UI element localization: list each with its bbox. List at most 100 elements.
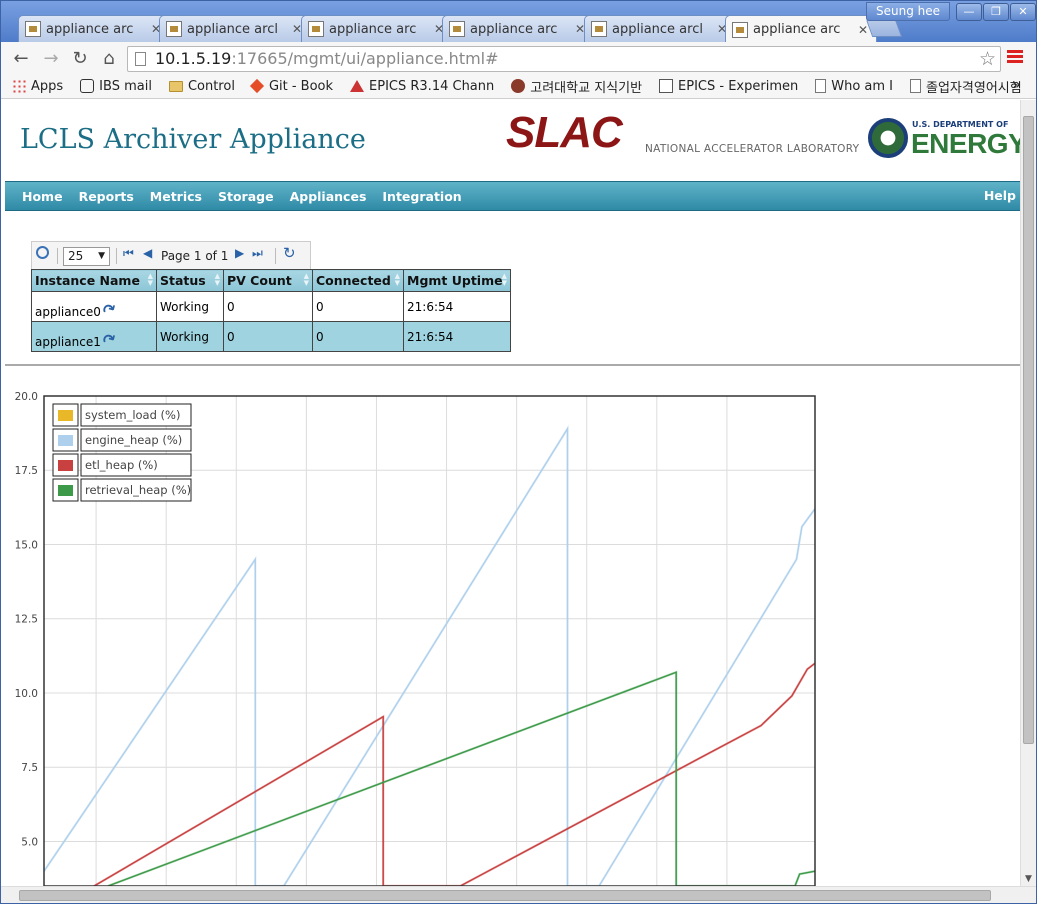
main-nav: Home Reports Metrics Storage Appliances …	[5, 181, 1020, 211]
bookmark-label: Who am I	[831, 78, 894, 94]
y-tick-label: 15.0	[15, 539, 38, 551]
sort-icon: ▲ ▼	[501, 272, 507, 287]
bookmarks-bar: Apps IBS mail Control Git - Book EPICS R…	[0, 74, 1037, 99]
browser-menu-icon[interactable]	[1007, 50, 1023, 66]
sort-icon: ▲ ▼	[394, 272, 400, 287]
table-cell: Working	[156, 321, 224, 352]
close-window-icon[interactable]: ✕	[1010, 3, 1036, 21]
legend-swatch	[58, 460, 73, 471]
slac-logo: SLAC NATIONAL ACCELERATOR LABORATORY	[506, 108, 866, 158]
forward-icon[interactable]: →	[40, 48, 62, 70]
column-label: PV Count	[227, 273, 292, 288]
browser-tab[interactable]: appliance arc ✕	[18, 15, 170, 42]
refresh-icon[interactable]: ↻	[283, 244, 296, 262]
vertical-scroll-thumb[interactable]	[1023, 116, 1034, 744]
table-cell: appliance1 ↷	[31, 321, 157, 352]
bookmark-label: EPICS - Experimen	[678, 78, 799, 94]
maximize-icon[interactable]: ❐	[983, 3, 1009, 21]
nav-storage[interactable]: Storage	[218, 189, 274, 204]
home-icon[interactable]: ⌂	[98, 48, 120, 70]
redirect-arrow-icon[interactable]: ↷	[99, 328, 120, 351]
bookmark-who-am-i[interactable]: Who am I	[815, 79, 893, 94]
browser-tab[interactable]: appliance arcl ✕	[159, 15, 311, 42]
page-title: LCLS Archiver Appliance	[20, 124, 366, 155]
bookmark-epics-r314[interactable]: EPICS R3.14 Chann	[350, 79, 494, 94]
prev-page-icon[interactable]: ◀	[143, 246, 152, 260]
column-header-status[interactable]: Status ▲ ▼	[156, 269, 224, 292]
page-icon	[815, 79, 827, 93]
table-pager: 25 ⏮ ◀ Page 1 of 1 ▶ ⏭ ↻	[31, 241, 311, 269]
column-header-pv-count[interactable]: PV Count ▲ ▼	[223, 269, 313, 292]
nav-reports[interactable]: Reports	[79, 189, 134, 204]
browser-tab[interactable]: appliance arc ✕	[301, 15, 453, 42]
last-page-icon[interactable]: ⏭	[252, 246, 263, 261]
search-icon[interactable]	[36, 246, 49, 259]
bookmark-control[interactable]: Control	[168, 79, 235, 94]
column-header-instance-name[interactable]: Instance Name ▲ ▼	[31, 269, 157, 292]
minimize-icon[interactable]: —	[956, 3, 982, 21]
metrics-chart: 5.0 7.5 10.0 12.5 15.0 17.5 20.0 system_load (%…	[15, 391, 816, 886]
vertical-scrollbar[interactable]: ▼	[1020, 100, 1037, 886]
appliance-table: Instance Name ▲ ▼ Status ▲ ▼ PV Count ▲ ▼ Conn…	[31, 269, 511, 352]
legend-swatch	[58, 410, 73, 421]
reload-icon[interactable]: ↻	[69, 48, 91, 70]
table-cell: 0	[223, 291, 313, 322]
bookmark-star-icon[interactable]: ☆	[979, 47, 996, 71]
next-page-icon[interactable]: ▶	[235, 246, 244, 260]
column-label: Connected	[316, 273, 391, 288]
archiver-favicon-icon	[591, 21, 607, 37]
table-row[interactable]: appliance1 ↷ Working 0 0 21:6:54	[31, 321, 511, 352]
legend-swatch	[58, 435, 73, 446]
back-icon[interactable]: ←	[10, 48, 32, 70]
column-header-connected[interactable]: Connected ▲ ▼	[312, 269, 404, 292]
bookmark-apps[interactable]: Apps	[12, 79, 63, 94]
y-tick-label: 5.0	[21, 836, 38, 848]
column-label: Mgmt Uptime	[407, 273, 503, 288]
bookmark-korea-univ[interactable]: 고려대학교 지식기반	[511, 77, 642, 96]
bookmark-epics-experimental[interactable]: EPICS - Experimen	[659, 79, 798, 94]
first-page-icon[interactable]: ⏮	[123, 246, 134, 261]
nav-help[interactable]: Help	[984, 188, 1016, 203]
new-tab-button[interactable]	[865, 19, 903, 37]
nav-appliances[interactable]: Appliances	[290, 189, 367, 204]
bookmark-git-book[interactable]: Git - Book	[249, 79, 333, 94]
legend-label: engine_heap (%)	[85, 433, 182, 447]
nav-integration[interactable]: Integration	[382, 189, 461, 204]
folder-icon	[168, 80, 183, 92]
mail-icon	[80, 79, 95, 93]
browser-tab[interactable]: appliance arc ✕	[442, 15, 594, 42]
column-label: Instance Name	[35, 273, 140, 288]
tab-title: appliance arc	[753, 22, 841, 37]
column-header-mgmt-uptime[interactable]: Mgmt Uptime ▲ ▼	[403, 269, 511, 292]
address-bar[interactable]: 10.1.5.19:17665/mgmt/ui/appliance.html# …	[127, 46, 1001, 72]
instance-name: appliance0	[35, 305, 101, 319]
profile-name[interactable]: Seung hee	[866, 2, 950, 21]
y-tick-label: 17.5	[15, 465, 38, 477]
bookmarks-overflow-icon[interactable]: »	[1012, 77, 1021, 93]
table-row[interactable]: appliance0 ↷ Working 0 0 21:6:54	[31, 291, 511, 322]
section-divider	[5, 364, 1020, 366]
sort-icon: ▲ ▼	[303, 272, 309, 287]
browser-tab[interactable]: appliance arcl ✕	[584, 15, 736, 42]
bookmark-label: Apps	[31, 78, 64, 94]
slac-wordmark: SLAC	[506, 108, 623, 157]
table-cell: appliance0 ↷	[31, 291, 157, 322]
sort-icon: ▲ ▼	[147, 272, 153, 287]
tab-title: appliance arcl	[612, 21, 703, 37]
bookmark-english-exam[interactable]: 졸업자격영어시험	[910, 77, 1022, 96]
scroll-down-icon[interactable]: ▼	[1025, 874, 1032, 884]
nav-metrics[interactable]: Metrics	[150, 189, 202, 204]
apps-grid-icon	[12, 79, 26, 93]
page-indicator: Page 1 of 1	[161, 249, 229, 263]
horizontal-scrollbar[interactable]	[0, 886, 1037, 904]
redirect-arrow-icon[interactable]: ↷	[99, 298, 120, 321]
bookmark-ibs-mail[interactable]: IBS mail	[80, 79, 152, 94]
table-header-row: Instance Name ▲ ▼ Status ▲ ▼ PV Count ▲ ▼ Conn…	[31, 269, 511, 292]
page-content: LCLS Archiver Appliance SLAC NATIONAL AC…	[0, 100, 1020, 886]
archiver-favicon-icon	[449, 21, 465, 37]
table-cell: 0	[312, 291, 404, 322]
browser-tab-active[interactable]: appliance arc ✕	[725, 15, 877, 43]
horizontal-scroll-thumb[interactable]	[19, 890, 991, 901]
nav-home[interactable]: Home	[22, 189, 63, 204]
page-size-select[interactable]: 25	[63, 247, 110, 266]
